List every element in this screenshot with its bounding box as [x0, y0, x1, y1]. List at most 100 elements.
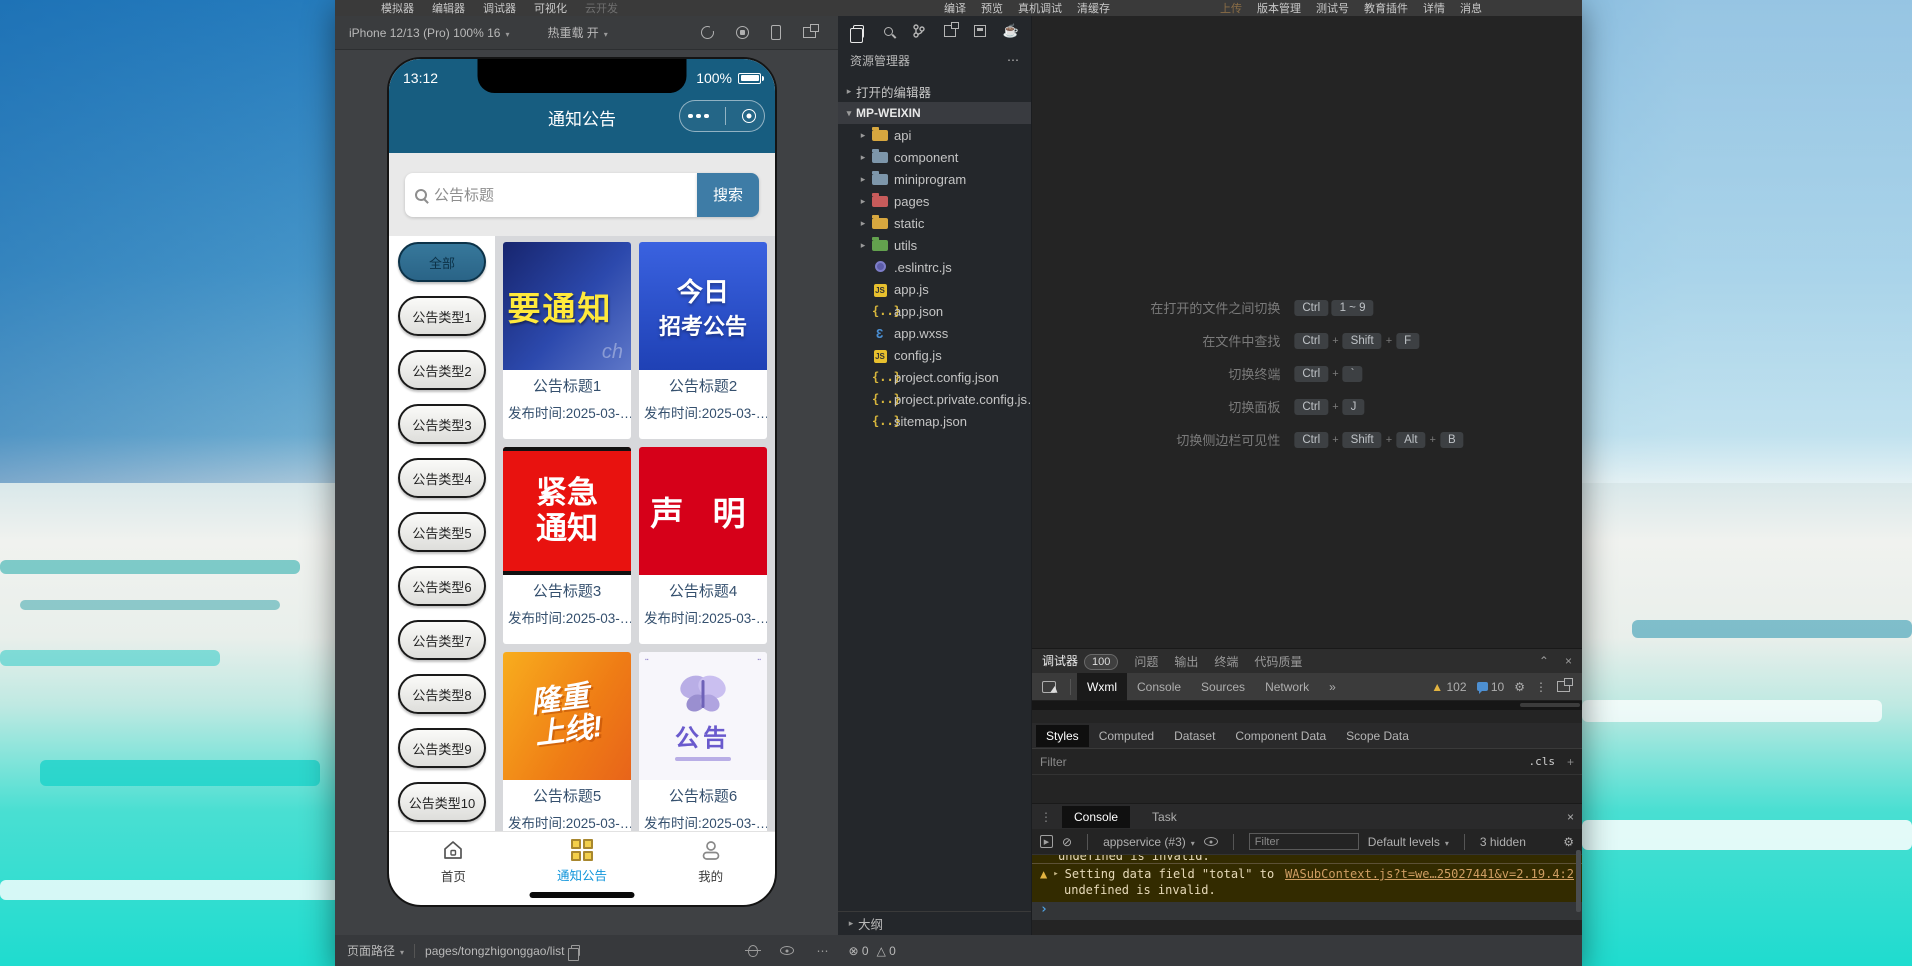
eye-icon[interactable] [1204, 837, 1218, 846]
bug-icon[interactable] [748, 945, 758, 957]
close-console-icon[interactable]: × [1567, 810, 1574, 824]
tab-styles[interactable]: Styles [1036, 725, 1089, 747]
new-style-rule-icon[interactable]: + [1567, 755, 1574, 769]
devtools-tab-console[interactable]: Console [1127, 673, 1191, 701]
tab-announcements[interactable]: 通知公告 [518, 832, 647, 891]
capsule-menu[interactable] [679, 100, 765, 132]
devtools-more-tabs[interactable]: » [1319, 673, 1346, 701]
warning-count[interactable]: △ 0 [877, 944, 896, 958]
menu-editor[interactable]: 编辑器 [432, 0, 465, 16]
menu-preview[interactable]: 预览 [981, 0, 1003, 16]
announcement-card[interactable]: 隆重上线! 公告标题5 发布时间:2025-03-… [503, 652, 631, 831]
file-app-json[interactable]: {..}app.json [838, 300, 1031, 322]
tab-computed[interactable]: Computed [1089, 725, 1164, 747]
tab-profile[interactable]: 我的 [646, 832, 775, 891]
category-pill[interactable]: 公告类型4 [398, 458, 486, 498]
announcement-card[interactable]: 紧急 通知 公告标题3 发布时间:2025-03-… [503, 447, 631, 644]
category-pill[interactable]: 公告类型9 [398, 728, 486, 768]
file-project-config[interactable]: {..}project.config.json [838, 366, 1031, 388]
device-selector[interactable]: iPhone 12/13 (Pro) 100% 16▾ [349, 26, 509, 40]
eye-icon[interactable] [780, 946, 794, 955]
tab-terminal[interactable]: 终端 [1214, 653, 1238, 670]
cls-toggle[interactable]: .cls [1528, 755, 1555, 768]
file-config-js[interactable]: JSconfig.js [838, 344, 1031, 366]
run-icon[interactable]: ▶ [1040, 835, 1053, 848]
tab-dataset[interactable]: Dataset [1164, 725, 1225, 747]
menu-version[interactable]: 版本管理 [1257, 0, 1301, 16]
console-settings-icon[interactable]: ⚙ [1563, 835, 1574, 849]
expand-icon[interactable]: ▸ [1053, 869, 1058, 879]
teapot-icon[interactable]: ☕ [1003, 23, 1019, 39]
announcement-card[interactable]: 要通知 ch 公告标题1 发布时间:2025-03-… [503, 242, 631, 439]
undock-icon[interactable] [1557, 681, 1570, 692]
file-project-private-config[interactable]: {..}project.private.config.js… [838, 388, 1031, 410]
refresh-icon[interactable] [701, 26, 714, 39]
tab-output[interactable]: 输出 [1174, 653, 1198, 670]
devtools-settings-icon[interactable]: ⚙ [1514, 680, 1525, 694]
console-scrollbar[interactable] [1576, 850, 1581, 912]
close-panel-icon[interactable]: × [1565, 654, 1572, 668]
file-eslintrc[interactable]: .eslintrc.js [838, 256, 1031, 278]
detach-window-icon[interactable] [803, 27, 816, 38]
folder-static[interactable]: ▸static [838, 212, 1031, 234]
console-filter-input[interactable] [1249, 833, 1359, 850]
menu-edu-plugin[interactable]: 教育插件 [1364, 0, 1408, 16]
menu-upload[interactable]: 上传 [1220, 0, 1242, 16]
category-pill[interactable]: 公告类型7 [398, 620, 486, 660]
menu-simulator[interactable]: 模拟器 [381, 0, 414, 16]
folder-api[interactable]: ▸api [838, 124, 1031, 146]
more-icon[interactable]: ⋯ [816, 944, 828, 958]
info-count[interactable]: 10 [1477, 680, 1505, 694]
category-pill[interactable]: 公告类型2 [398, 350, 486, 390]
category-pill[interactable]: 公告类型5 [398, 512, 486, 552]
announcement-card[interactable]: 声 明 公告标题4 发布时间:2025-03-… [639, 447, 767, 644]
page-path-value[interactable]: pages/tongzhigonggao/list [425, 944, 564, 958]
menu-visualization[interactable]: 可视化 [534, 0, 567, 16]
open-editors-section[interactable]: ▸打开的编辑器 [838, 80, 1031, 102]
category-pill[interactable]: 公告类型8 [398, 674, 486, 714]
search-icon[interactable] [881, 23, 897, 39]
tab-console[interactable]: Console [1062, 806, 1130, 828]
log-levels-selector[interactable]: Default levels▾ [1368, 835, 1449, 849]
folder-pages[interactable]: ▸pages [838, 190, 1031, 212]
announcement-card[interactable]: 今日 招考公告 公告标题2 发布时间:2025-03-… [639, 242, 767, 439]
context-selector[interactable]: appservice (#3)▾ [1103, 835, 1195, 849]
collapse-panel-icon[interactable]: ⌃ [1539, 654, 1549, 668]
announcement-card[interactable]: ▪▪ ▪▪ 公告 [639, 652, 767, 831]
devtools-tab-wxml[interactable]: Wxml [1077, 673, 1127, 701]
category-pill-all[interactable]: 全部 [398, 242, 486, 282]
tab-home[interactable]: 首页 [389, 832, 518, 891]
console-warning[interactable]: ▲ ▸ Setting data field "total" to WASubC… [1032, 864, 1582, 902]
menu-cloud[interactable]: 云开发 [585, 0, 618, 16]
exit-icon[interactable] [742, 109, 756, 123]
category-pill[interactable]: 公告类型10 [398, 782, 486, 822]
menu-test-account[interactable]: 测试号 [1316, 0, 1349, 16]
extensions-icon[interactable] [942, 23, 958, 39]
files-icon[interactable] [850, 23, 866, 39]
search-button[interactable]: 搜索 [697, 173, 759, 217]
tab-task[interactable]: Task [1140, 806, 1189, 828]
devtools-menu-icon[interactable]: ⋮ [1535, 680, 1547, 694]
search-input[interactable]: 公告标题 [405, 173, 697, 217]
folder-utils[interactable]: ▸utils [838, 234, 1031, 256]
tab-debugger[interactable]: 调试器100 [1042, 652, 1118, 670]
category-pill[interactable]: 公告类型1 [398, 296, 486, 336]
console-prompt[interactable]: › [1032, 902, 1582, 920]
menu-compile[interactable]: 编译 [944, 0, 966, 16]
folder-component[interactable]: ▸component [838, 146, 1031, 168]
warning-count[interactable]: ▲ 102 [1431, 680, 1466, 694]
tab-problems[interactable]: 问题 [1134, 653, 1158, 670]
console-menu-icon[interactable]: ⋮ [1040, 810, 1052, 824]
project-root[interactable]: ▾MP-WEIXIN [838, 102, 1031, 124]
file-app-wxss[interactable]: 3app.wxss [838, 322, 1031, 344]
menu-clear-cache[interactable]: 清缓存 [1077, 0, 1110, 16]
tab-code-quality[interactable]: 代码质量 [1254, 653, 1302, 670]
clear-console-icon[interactable]: ⊘ [1062, 835, 1072, 849]
styles-filter-label[interactable]: Filter [1040, 755, 1067, 769]
elements-scrollbar[interactable] [1032, 701, 1582, 710]
category-pill[interactable]: 公告类型6 [398, 566, 486, 606]
rotate-device-icon[interactable] [771, 25, 781, 40]
panel-icon[interactable] [972, 23, 988, 39]
outline-section[interactable]: ▸大纲 [838, 911, 1031, 935]
record-icon[interactable] [736, 26, 749, 39]
